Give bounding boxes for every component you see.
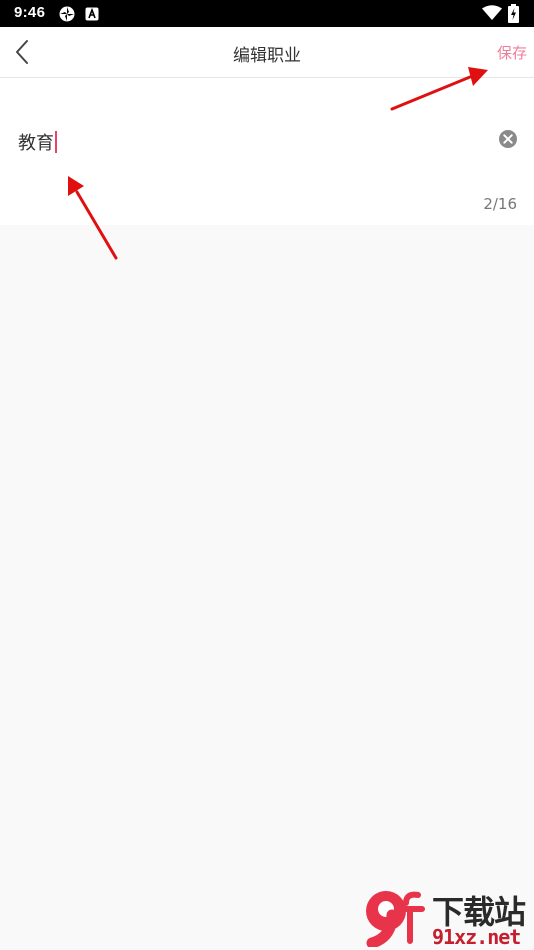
char-counter: 2/16 [483, 195, 517, 213]
status-bar: 9:46 [0, 0, 534, 27]
occupation-input-value: 教育 [18, 133, 54, 154]
watermark-logo-icon [366, 891, 425, 947]
status-time: 9:46 [14, 4, 46, 21]
nav-bar: 编辑职业 保存 [0, 27, 534, 78]
clear-button[interactable] [498, 129, 518, 149]
text-caret [55, 131, 57, 153]
edit-area: 教育 2/16 [0, 78, 534, 225]
wifi-icon [482, 5, 502, 25]
watermark-url: 91xz.net [432, 925, 521, 949]
occupation-input[interactable]: 教育 [18, 129, 57, 155]
app-a-icon [85, 6, 99, 25]
battery-charging-icon [508, 4, 519, 27]
save-button[interactable]: 保存 [497, 42, 527, 63]
page-title: 编辑职业 [233, 46, 301, 66]
settings-icon [58, 5, 76, 27]
watermark: 下载站 91xz.net [362, 887, 532, 949]
clear-circle-icon [499, 130, 517, 148]
